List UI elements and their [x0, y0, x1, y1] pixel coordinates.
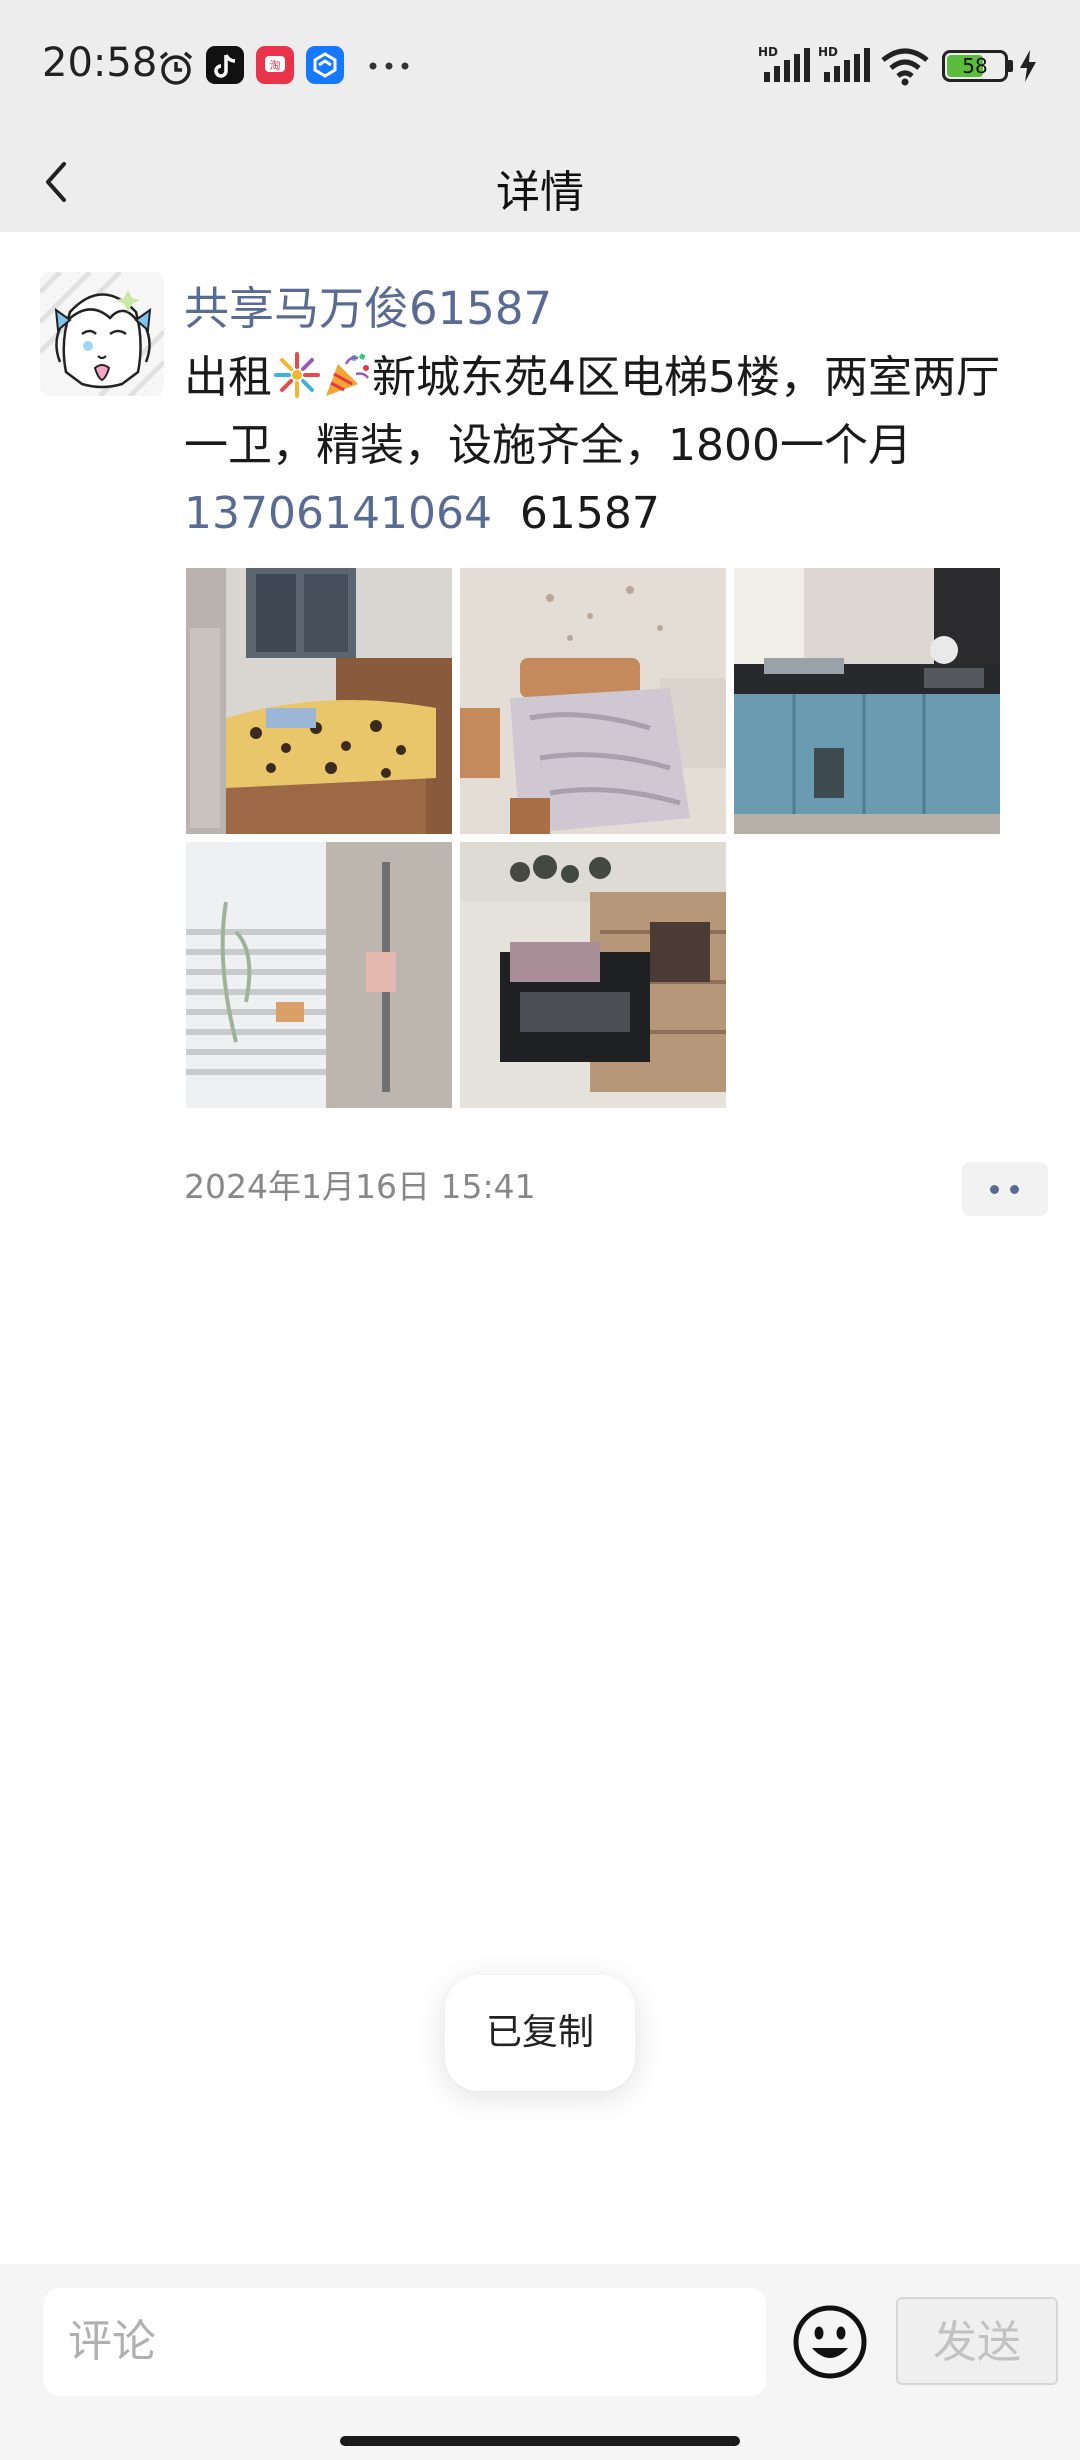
alarm-icon [159, 51, 193, 85]
post-text-prefix: 出租 [184, 352, 272, 403]
blue-app-icon [306, 46, 344, 84]
battery-icon: 58 [942, 50, 1008, 82]
username[interactable]: 共享马万俊61587 [184, 272, 552, 337]
phone-link[interactable]: 13706141064 [184, 488, 492, 539]
battery-level: 58 [962, 54, 988, 78]
avatar[interactable] [40, 272, 164, 396]
home-indicator[interactable] [340, 2436, 740, 2446]
photo-bathroom[interactable] [186, 842, 452, 1108]
emoji-button[interactable] [790, 2302, 870, 2382]
comment-input[interactable]: 评论 [44, 2288, 766, 2396]
tiktok-icon [206, 46, 244, 84]
svg-text:HD: HD [818, 45, 838, 59]
photo-bedroom-2[interactable] [460, 568, 726, 834]
fireworks-emoji-icon [274, 352, 320, 398]
party-popper-emoji-icon [326, 353, 370, 396]
status-time: 20:58 [42, 40, 158, 86]
svg-text:淘: 淘 [270, 59, 281, 72]
taobao-icon: 淘 [256, 46, 294, 84]
photo-kitchen[interactable] [734, 568, 1000, 834]
post-code: 61587 [519, 488, 660, 539]
more-actions-button[interactable] [962, 1162, 1048, 1216]
page-title: 详情 [496, 167, 584, 218]
copied-toast: 已复制 [445, 1975, 635, 2091]
post-timestamp: 2024年1月16日 15:41 [184, 1167, 536, 1206]
more-icon [369, 62, 409, 70]
status-bar: 20:58 淘 HD HD 58 [0, 0, 1080, 132]
signal-hd-icon-2: HD [818, 45, 870, 82]
post-text: 出租 新城东苑4区电梯5楼，两室两厅一卫，精装，设施齐全，1800一个月 137… [184, 344, 1024, 548]
more-dot-icon [1010, 1185, 1019, 1194]
photo-bedroom-1[interactable] [186, 568, 452, 834]
send-button[interactable]: 发送 [896, 2297, 1058, 2385]
comment-bar: 评论 发送 [0, 2264, 1080, 2460]
photo-living-room[interactable] [460, 842, 726, 1108]
header-bar: 详情 [0, 132, 1080, 232]
signal-hd-icon: HD [758, 45, 810, 82]
wifi-icon [881, 48, 929, 86]
smiley-icon [793, 2305, 867, 2379]
more-dot-icon [990, 1185, 999, 1194]
charging-icon [1020, 50, 1036, 82]
svg-text:HD: HD [758, 45, 778, 59]
